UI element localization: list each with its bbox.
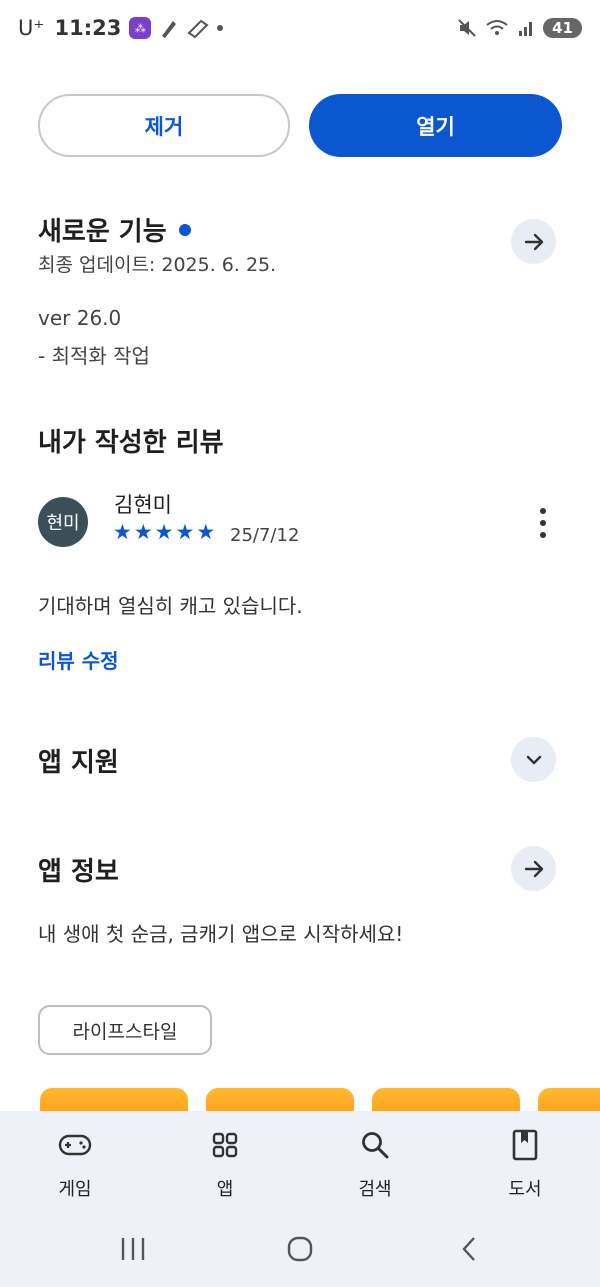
system-navigation-bar bbox=[0, 1211, 600, 1287]
nav-item-search[interactable]: 검색 bbox=[300, 1111, 450, 1211]
new-indicator-dot bbox=[178, 223, 191, 236]
my-review-title: 내가 작성한 리뷰 bbox=[38, 428, 224, 458]
mute-icon bbox=[458, 19, 476, 37]
pen-notification-icon bbox=[162, 21, 177, 38]
recent-apps-icon bbox=[121, 1238, 145, 1260]
edit-review-link[interactable]: 리뷰 수정 bbox=[38, 645, 119, 674]
review-text: 기대하며 열심히 캐고 있습니다. bbox=[38, 594, 303, 618]
app-info-title: 앱 정보 bbox=[38, 857, 119, 887]
star-icon: ★ bbox=[196, 520, 216, 544]
wifi-icon bbox=[486, 20, 508, 35]
reviewer-name: 김현미 bbox=[114, 493, 172, 517]
more-notifications-dot bbox=[217, 25, 224, 31]
more-vert-icon bbox=[540, 508, 546, 514]
review-more-options-button[interactable] bbox=[533, 508, 553, 538]
star-rating: ★ ★ ★ ★ ★ bbox=[113, 520, 215, 544]
arrow-right-icon bbox=[524, 860, 543, 877]
apps-grid-icon bbox=[207, 1127, 243, 1163]
version-note-text: - 최적화 작업 bbox=[38, 344, 150, 368]
signal-icon bbox=[519, 22, 533, 36]
nav-label-books: 도서 bbox=[508, 1179, 542, 1200]
star-icon: ★ bbox=[154, 520, 174, 544]
app-support-title[interactable]: 앱 지원 bbox=[38, 742, 119, 779]
review-date: 25/7/12 bbox=[230, 525, 300, 546]
recent-apps-button[interactable] bbox=[113, 1233, 153, 1265]
carrier-label: U⁺ bbox=[18, 16, 45, 40]
book-icon bbox=[507, 1127, 543, 1163]
nav-label-apps: 앱 bbox=[216, 1179, 234, 1200]
remove-button[interactable]: 제거 bbox=[38, 94, 290, 157]
home-button[interactable] bbox=[280, 1233, 320, 1265]
whats-new-arrow-button[interactable] bbox=[511, 219, 556, 264]
avatar: 현미 bbox=[38, 497, 88, 547]
notification-icons: ⁂ bbox=[129, 17, 224, 39]
status-bar: U⁺ 11:23 ⁂ 41 bbox=[0, 0, 600, 56]
app-description: 내 생애 첫 순금, 금캐기 앱으로 시작하세요! bbox=[38, 922, 404, 946]
star-icon: ★ bbox=[133, 520, 153, 544]
battery-indicator: 41 bbox=[543, 18, 582, 38]
version-text: ver 26.0 bbox=[38, 306, 122, 330]
nav-label-search: 검색 bbox=[358, 1179, 392, 1200]
whats-new-section-title: 새로운 기능 bbox=[38, 211, 191, 248]
nav-item-books[interactable]: 도서 bbox=[450, 1111, 600, 1211]
app-notification-icon: ⁂ bbox=[129, 17, 152, 39]
nav-item-apps[interactable]: 앱 bbox=[150, 1111, 300, 1211]
whats-new-title: 새로운 기능 bbox=[38, 217, 167, 247]
category-chip[interactable]: 라이프스타일 bbox=[38, 1005, 212, 1055]
last-updated-text: 최종 업데이트: 2025. 6. 25. bbox=[38, 254, 277, 276]
star-icon: ★ bbox=[113, 520, 132, 544]
open-button[interactable]: 열기 bbox=[309, 94, 562, 157]
home-icon bbox=[287, 1236, 313, 1262]
arrow-right-icon bbox=[524, 233, 543, 250]
chevron-down-icon bbox=[526, 755, 541, 764]
search-icon bbox=[357, 1127, 393, 1163]
back-icon bbox=[462, 1237, 475, 1261]
shoe-notification-icon bbox=[187, 19, 209, 39]
bottom-navigation: 게임 앱 검색 도서 bbox=[0, 1111, 600, 1211]
app-support-expand-button[interactable] bbox=[511, 737, 556, 782]
app-info-arrow-button[interactable] bbox=[511, 846, 556, 891]
star-icon: ★ bbox=[175, 520, 195, 544]
clock: 11:23 bbox=[54, 16, 122, 40]
gamepad-icon bbox=[57, 1127, 93, 1163]
nav-item-games[interactable]: 게임 bbox=[0, 1111, 150, 1211]
back-button[interactable] bbox=[449, 1233, 489, 1265]
nav-label-games: 게임 bbox=[58, 1179, 92, 1200]
